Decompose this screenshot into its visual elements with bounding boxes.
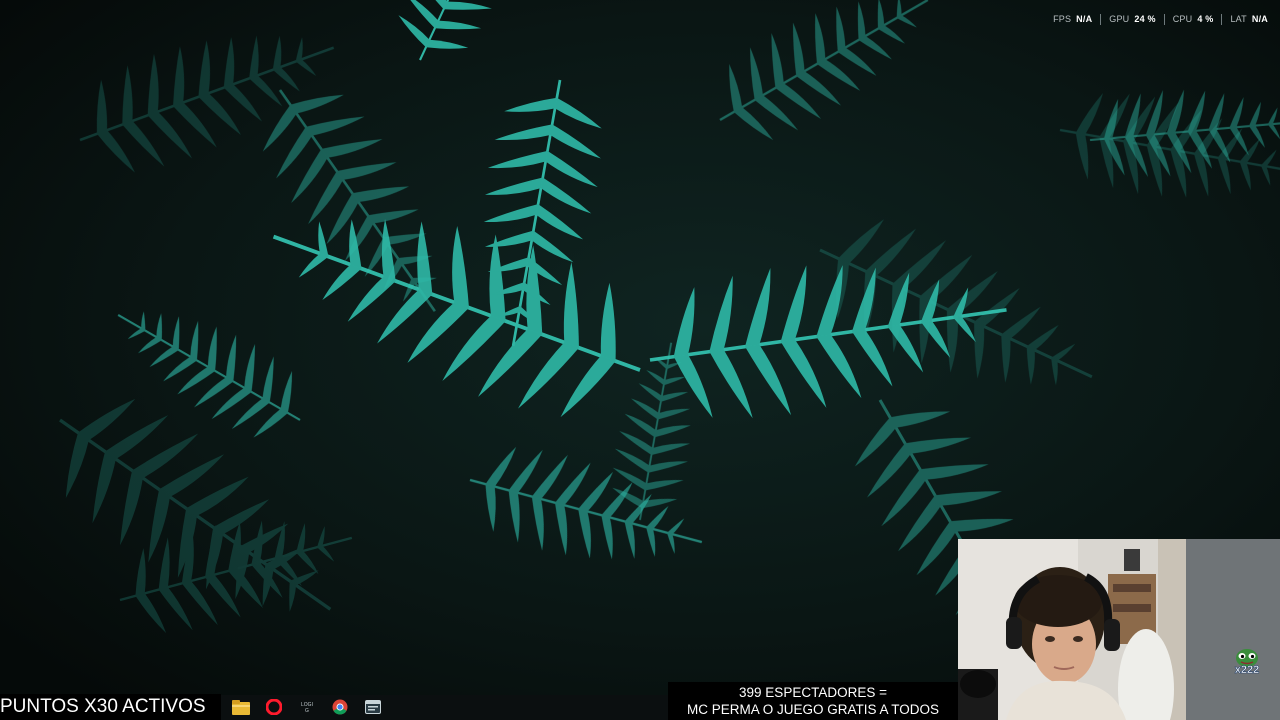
taskbar-icons: LOGI G	[230, 697, 384, 717]
x222-badge: x222	[1230, 646, 1264, 680]
logitech-icon[interactable]: LOGI G	[296, 697, 318, 717]
separator	[1221, 13, 1223, 25]
webcam-feed	[958, 539, 1280, 720]
file-explorer-icon[interactable]	[230, 697, 252, 717]
viewer-goal-line: MC PERMA O JUEGO GRATIS A TODOS	[686, 702, 940, 717]
fps-stat: FPS N/A	[1053, 14, 1092, 24]
app-window-icon[interactable]	[362, 697, 384, 717]
latency-value: N/A	[1251, 14, 1268, 24]
x222-label: x222	[1234, 664, 1260, 677]
latency-stat: LAT N/A	[1230, 14, 1268, 24]
opera-icon[interactable]	[263, 697, 285, 717]
fps-value: N/A	[1076, 14, 1093, 24]
cpu-value: 4 %	[1197, 14, 1214, 24]
cpu-label: CPU	[1172, 14, 1193, 24]
fps-label: FPS	[1053, 14, 1072, 24]
points-banner: PUNTOS X30 ACTIVOS	[0, 694, 221, 720]
gpu-label: GPU	[1109, 14, 1130, 24]
separator	[1163, 13, 1165, 25]
separator	[1100, 13, 1102, 25]
svg-text:G: G	[305, 708, 309, 714]
viewer-count-line: 399 ESPECTADORES =	[739, 685, 887, 700]
performance-overlay: FPS N/A GPU 24 % CPU 4 % LAT N/A	[1053, 10, 1268, 28]
cpu-stat: CPU 4 %	[1173, 14, 1214, 24]
gpu-stat: GPU 24 %	[1109, 14, 1155, 24]
latency-label: LAT	[1230, 14, 1247, 24]
chrome-icon[interactable]	[329, 697, 351, 717]
viewer-banner: 399 ESPECTADORES = MC PERMA O JUEGO GRAT…	[668, 682, 958, 720]
gpu-value: 24 %	[1134, 14, 1156, 24]
